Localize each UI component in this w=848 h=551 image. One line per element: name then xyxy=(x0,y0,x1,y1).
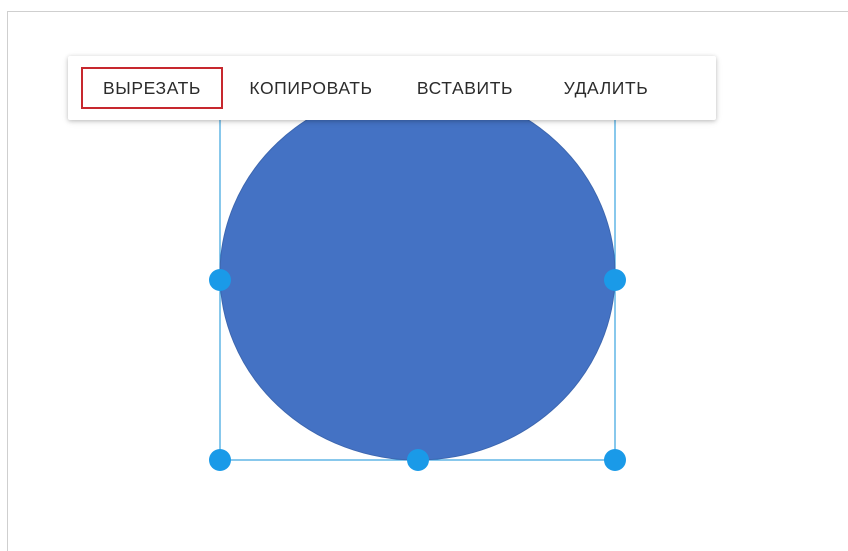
delete-menu-item[interactable]: УДАЛИТЬ xyxy=(554,67,658,109)
resize-handle-bottom-center[interactable] xyxy=(407,449,429,471)
copy-menu-item[interactable]: КОПИРОВАТЬ xyxy=(236,67,386,109)
resize-handle-bottom-right[interactable] xyxy=(604,449,626,471)
resize-handle-middle-left[interactable] xyxy=(209,269,231,291)
resize-handle-middle-right[interactable] xyxy=(604,269,626,291)
ellipse-shape[interactable] xyxy=(219,87,616,461)
context-menu: ВЫРЕЗАТЬ КОПИРОВАТЬ ВСТАВИТЬ УДАЛИТЬ xyxy=(68,56,716,120)
cut-menu-item[interactable]: ВЫРЕЗАТЬ xyxy=(81,67,223,109)
paste-menu-item[interactable]: ВСТАВИТЬ xyxy=(407,67,523,109)
resize-handle-bottom-left[interactable] xyxy=(209,449,231,471)
